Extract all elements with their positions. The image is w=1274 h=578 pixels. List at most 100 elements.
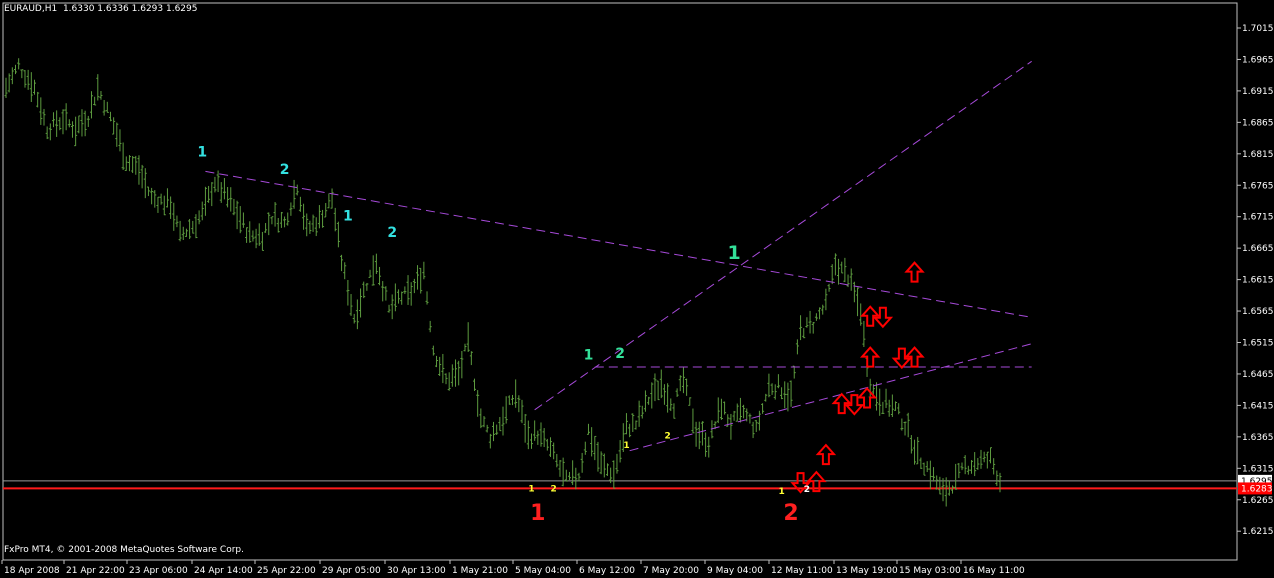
price-bar bbox=[881, 401, 885, 414]
price-bar bbox=[859, 303, 863, 326]
x-tick-label: 12 May 11:00 bbox=[771, 566, 833, 576]
price-bar bbox=[431, 345, 435, 356]
price-bar bbox=[985, 451, 989, 469]
price-bar bbox=[279, 211, 283, 228]
price-bar bbox=[254, 228, 258, 249]
price-bar bbox=[17, 58, 21, 70]
price-bar bbox=[397, 289, 401, 304]
price-bar bbox=[970, 460, 974, 474]
price-bar bbox=[488, 433, 492, 449]
price-bar bbox=[862, 320, 866, 347]
price-bar bbox=[473, 378, 477, 391]
copyright-text: FxPro MT4, © 2001-2008 MetaQuotes Softwa… bbox=[4, 545, 244, 555]
price-bar bbox=[634, 420, 638, 430]
y-tick-label: 1.6715 bbox=[1242, 213, 1274, 223]
price-bar bbox=[498, 417, 502, 432]
price-bar bbox=[229, 187, 233, 212]
price-bar bbox=[510, 394, 514, 406]
price-bar bbox=[951, 485, 955, 494]
price-bar bbox=[412, 278, 416, 294]
wave-marker-label: 1 bbox=[778, 487, 784, 497]
price-bar bbox=[704, 432, 708, 457]
y-axis: 1.7015 1.6965 1.6915 1.6865 1.6815 1.6765 1.67… bbox=[1237, 24, 1274, 537]
price-bar bbox=[875, 382, 879, 411]
price-bar bbox=[61, 109, 65, 135]
price-bar bbox=[308, 220, 312, 234]
x-tick-label: 5 May 04:00 bbox=[515, 566, 571, 576]
price-bar bbox=[944, 477, 948, 507]
price-bar bbox=[770, 383, 774, 395]
price-bar bbox=[906, 412, 910, 438]
price-bar bbox=[276, 218, 280, 233]
price-bar bbox=[222, 178, 226, 200]
price-bar bbox=[99, 91, 103, 100]
price-bar bbox=[919, 457, 923, 469]
price-bar bbox=[20, 69, 24, 79]
price-bar bbox=[260, 231, 264, 251]
price-bar bbox=[789, 380, 793, 407]
x-tick-label: 30 Apr 13:00 bbox=[387, 566, 446, 576]
price-bar bbox=[273, 202, 277, 227]
price-bar bbox=[979, 449, 983, 469]
price-bar bbox=[175, 215, 179, 228]
x-tick-label: 18 Apr 2008 bbox=[4, 566, 60, 576]
price-bar bbox=[966, 465, 970, 475]
price-bar bbox=[39, 97, 43, 125]
price-bar bbox=[783, 381, 787, 409]
price-bar bbox=[435, 355, 439, 368]
price-bar bbox=[112, 117, 116, 135]
price-bar bbox=[340, 254, 344, 272]
price-bar bbox=[501, 406, 505, 436]
y-tick-label: 1.6815 bbox=[1242, 150, 1274, 160]
price-bar bbox=[384, 286, 388, 301]
price-bar bbox=[963, 455, 967, 475]
price-bar bbox=[482, 416, 486, 428]
up-arrow-icon bbox=[904, 261, 925, 283]
price-bar bbox=[181, 226, 185, 240]
price-bar bbox=[795, 339, 799, 355]
price-bar bbox=[226, 186, 230, 208]
price-bar bbox=[583, 441, 587, 455]
price-bar bbox=[156, 196, 160, 213]
up-arrow-icon bbox=[831, 392, 852, 415]
price-bar bbox=[48, 123, 52, 141]
y-tick-label: 1.6865 bbox=[1242, 118, 1274, 128]
price-bar bbox=[856, 287, 860, 317]
price-bar bbox=[821, 304, 825, 315]
wave-marker-label: 1 bbox=[584, 347, 594, 363]
y-tick-label: 1.6415 bbox=[1242, 401, 1274, 411]
price-bar bbox=[732, 410, 736, 421]
price-bar bbox=[523, 414, 527, 443]
price-bar bbox=[93, 96, 97, 106]
price-bar bbox=[833, 253, 837, 276]
price-bar bbox=[115, 122, 119, 147]
up-arrow-icon bbox=[815, 443, 837, 466]
wave-marker-label: 1 bbox=[343, 208, 353, 224]
price-bar bbox=[251, 230, 255, 242]
x-tick-label: 25 Apr 22:00 bbox=[257, 566, 316, 576]
price-bar bbox=[450, 364, 454, 387]
price-bar bbox=[628, 423, 632, 438]
price-bars bbox=[4, 58, 1002, 507]
price-bar bbox=[675, 388, 679, 397]
price-bar bbox=[786, 382, 790, 412]
price-bar bbox=[890, 394, 894, 418]
price-bar bbox=[409, 282, 413, 306]
price-bar bbox=[954, 463, 958, 490]
price-bar bbox=[153, 190, 157, 208]
price-bar bbox=[264, 223, 268, 233]
price-bar bbox=[637, 400, 641, 427]
price-bar bbox=[210, 182, 214, 207]
price-bar bbox=[286, 212, 290, 226]
price-bar bbox=[330, 188, 334, 209]
price-bar bbox=[539, 422, 543, 447]
price-bar bbox=[207, 185, 211, 203]
support-price-box: 1.6283 bbox=[1238, 482, 1273, 495]
price-bar bbox=[362, 281, 366, 299]
price-bar bbox=[58, 117, 62, 131]
price-boxes: 1.62951.6283 bbox=[1238, 474, 1273, 495]
price-bar bbox=[45, 126, 49, 140]
price-bar bbox=[913, 439, 917, 465]
wave-marker-label: 1 bbox=[197, 144, 207, 160]
price-bar bbox=[561, 457, 565, 487]
